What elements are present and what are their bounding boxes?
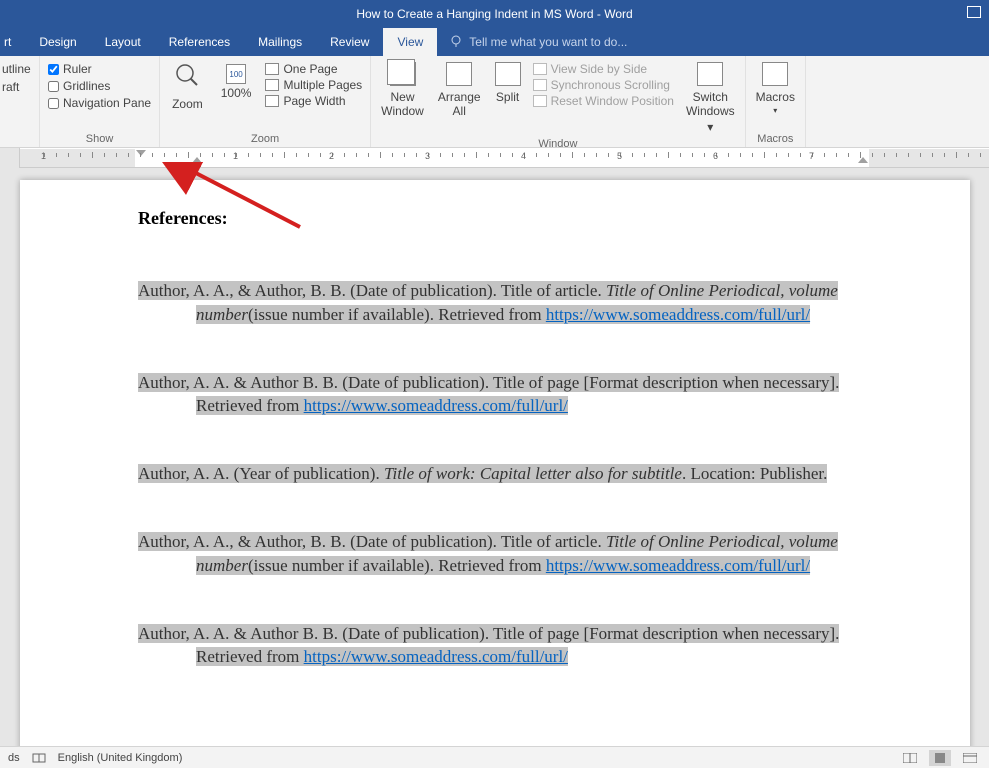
reference-entry[interactable]: Author, A. A. (Year of publication). Tit… (138, 462, 860, 486)
views-group-partial: utline raft (0, 56, 40, 147)
show-group-label: Show (48, 131, 151, 145)
macros-button[interactable]: Macros ▾ (754, 60, 797, 131)
reset-window-button: Reset Window Position (533, 94, 674, 108)
show-group: Ruler Gridlines Navigation Pane Show (40, 56, 160, 147)
tab-references[interactable]: References (155, 28, 244, 56)
zoom-100-button[interactable]: 100 100% (217, 60, 256, 102)
sync-scrolling-button: Synchronous Scrolling (533, 78, 674, 92)
macros-icon (762, 62, 788, 86)
tab-layout[interactable]: Layout (91, 28, 155, 56)
navigation-pane-checkbox[interactable]: Navigation Pane (48, 96, 151, 110)
window-group: New Window Arrange All Split View Side b… (371, 56, 745, 147)
tab-design[interactable]: Design (25, 28, 90, 56)
reference-entry[interactable]: Author, A. A., & Author, B. B. (Date of … (138, 279, 860, 327)
tab-view[interactable]: View (383, 28, 437, 56)
print-layout-button[interactable] (929, 750, 951, 766)
hundred-percent-icon: 100 (226, 64, 246, 84)
document-page[interactable]: References: Author, A. A., & Author, B. … (20, 180, 970, 746)
zoom-button[interactable]: Zoom (168, 60, 207, 113)
macros-group: Macros ▾ Macros (746, 56, 806, 147)
page-width-icon (265, 95, 279, 107)
tab-insert-partial[interactable]: rt (0, 28, 25, 56)
reference-link[interactable]: https://www.someaddress.com/full/url/ (304, 396, 568, 415)
title-bar: How to Create a Hanging Indent in MS Wor… (0, 0, 989, 28)
chevron-down-icon: ▾ (773, 106, 777, 115)
status-bar: ds English (United Kingdom) (0, 746, 989, 768)
multiple-pages-icon (265, 79, 279, 91)
macros-group-label: Macros (754, 131, 797, 145)
magnifier-icon (174, 62, 200, 95)
split-icon (495, 62, 521, 86)
ribbon-display-icon[interactable] (967, 6, 981, 18)
page-width-button[interactable]: Page Width (265, 94, 362, 108)
view-side-by-side-button: View Side by Side (533, 62, 674, 76)
spell-check-icon[interactable] (32, 752, 46, 764)
switch-windows-icon (697, 62, 723, 86)
chevron-down-icon: ▾ (707, 120, 713, 134)
reference-entry[interactable]: Author, A. A. & Author B. B. (Date of pu… (138, 371, 860, 419)
reference-entry[interactable]: Author, A. A. & Author B. B. (Date of pu… (138, 622, 860, 670)
sync-scroll-icon (533, 79, 547, 91)
split-button[interactable]: Split (493, 60, 523, 136)
arrange-all-button[interactable]: Arrange All (436, 60, 483, 136)
lightbulb-icon (449, 34, 463, 51)
window-title: How to Create a Hanging Indent in MS Wor… (356, 7, 632, 21)
gridlines-checkbox[interactable]: Gridlines (48, 79, 151, 93)
window-controls (967, 6, 981, 18)
reference-link[interactable]: https://www.someaddress.com/full/url/ (304, 647, 568, 666)
first-line-indent-marker[interactable] (136, 150, 146, 156)
references-heading: References: (138, 208, 860, 229)
word-count-partial[interactable]: ds (8, 752, 20, 764)
ribbon: utline raft Ruler Gridlines Navigation P… (0, 56, 989, 148)
zoom-group: Zoom 100 100% One Page Multiple Pages Pa… (160, 56, 371, 147)
new-window-button[interactable]: New Window (379, 60, 426, 136)
reference-link[interactable]: https://www.someaddress.com/full/url/ (546, 305, 810, 324)
zoom-group-label: Zoom (168, 131, 362, 145)
reference-link[interactable]: https://www.someaddress.com/full/url/ (546, 556, 810, 575)
ruler-tab-selector[interactable] (0, 148, 20, 168)
tab-mailings[interactable]: Mailings (244, 28, 316, 56)
reference-entry[interactable]: Author, A. A., & Author, B. B. (Date of … (138, 530, 860, 578)
document-area[interactable]: References: Author, A. A., & Author, B. … (0, 168, 989, 746)
ribbon-tabs: rt Design Layout References Mailings Rev… (0, 28, 989, 56)
hanging-indent-marker[interactable] (192, 157, 202, 167)
tab-review[interactable]: Review (316, 28, 383, 56)
arrange-all-icon (446, 62, 472, 86)
horizontal-ruler[interactable]: 12345671 (0, 148, 989, 168)
tell-me-label: Tell me what you want to do... (469, 35, 627, 49)
draft-view-partial[interactable]: raft (2, 78, 31, 96)
one-page-icon (265, 63, 279, 75)
tell-me-search[interactable]: Tell me what you want to do... (449, 34, 627, 51)
reset-window-icon (533, 95, 547, 107)
one-page-button[interactable]: One Page (265, 62, 362, 76)
multiple-pages-button[interactable]: Multiple Pages (265, 78, 362, 92)
outline-view-partial[interactable]: utline (2, 60, 31, 78)
new-window-icon (390, 62, 416, 86)
side-by-side-icon (533, 63, 547, 75)
switch-windows-button[interactable]: Switch Windows ▾ (684, 60, 737, 136)
language-status[interactable]: English (United Kingdom) (58, 752, 183, 764)
ruler-scale[interactable]: 12345671 (20, 149, 989, 167)
ruler-checkbox[interactable]: Ruler (48, 62, 151, 76)
read-mode-button[interactable] (899, 750, 921, 766)
web-layout-button[interactable] (959, 750, 981, 766)
